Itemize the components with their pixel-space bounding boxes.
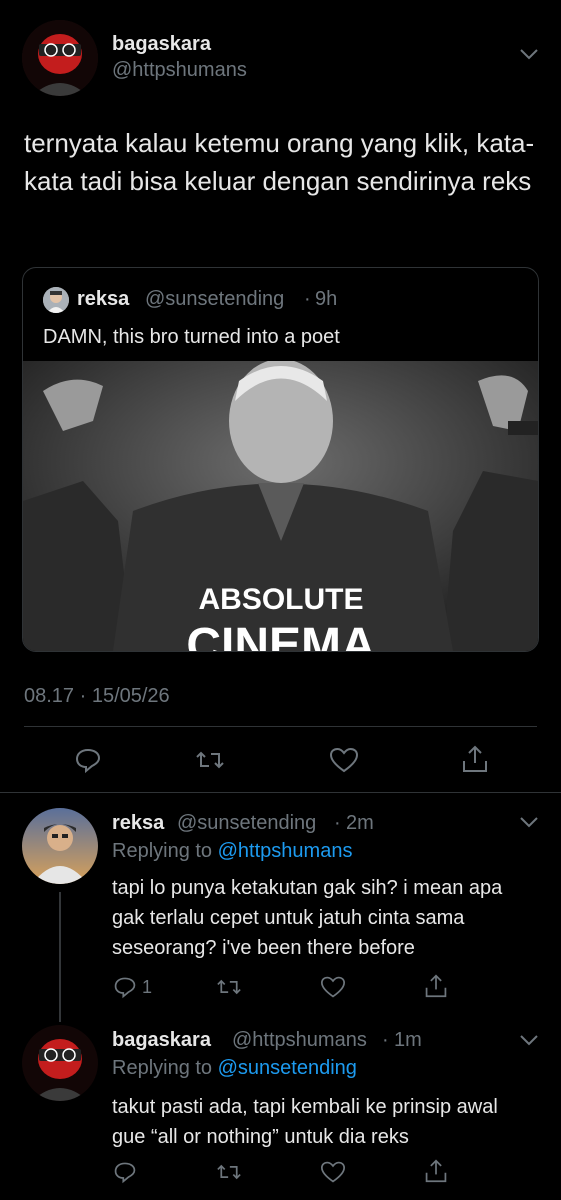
image-caption-line2: CINEMA [186,619,375,651]
share-icon[interactable] [424,973,448,999]
author-name[interactable]: reksa [112,812,164,835]
retweet-icon[interactable] [216,1160,242,1184]
time-separator: · [334,812,341,834]
reply-icon[interactable] [113,975,137,999]
replying-to: Replying to @sunsetending [112,1057,357,1080]
quote-author-name: reksa [77,288,130,310]
share-icon[interactable] [461,744,489,774]
image-caption-line1: ABSOLUTE [199,583,364,616]
author-handle[interactable]: @sunsetending [177,812,316,835]
quote-image[interactable]: ABSOLUTE CINEMA [23,359,538,651]
avatar [43,287,69,313]
reply-count: 1 [142,977,153,997]
chevron-down-icon[interactable] [519,47,539,61]
tweet-text: takut pasti ada, tapi kembali ke prinsip… [112,1096,498,1148]
tweet-time[interactable]: 1m [394,1029,422,1052]
like-icon[interactable] [320,1160,346,1184]
author-name[interactable]: bagaskara [112,1029,211,1052]
author-handle[interactable]: @httpshumans [232,1029,367,1052]
tweet-timestamp[interactable]: 08.17 · 15/05/26 [24,685,170,708]
replying-prefix: Replying to [112,840,213,862]
like-icon[interactable] [329,746,359,774]
share-icon[interactable] [424,1158,448,1184]
quote-time: 9h [315,288,338,310]
replying-to: Replying to @httpshumans [112,840,352,863]
replying-to-link[interactable]: @httpshumans [218,840,353,862]
reply-icon[interactable] [113,1160,137,1184]
chevron-down-icon[interactable] [519,1033,539,1047]
replying-to-link[interactable]: @sunsetending [218,1057,357,1079]
tweet-text: tapi lo punya ketakutan gak sih? i mean … [112,877,503,959]
chevron-down-icon[interactable] [519,815,539,829]
tweet-text: ternyata kalau ketemu orang yang klik, k… [24,128,535,196]
time-separator: · [382,1029,389,1051]
avatar[interactable] [22,1025,98,1101]
retweet-icon[interactable] [216,975,242,999]
quote-tweet-card[interactable]: reksa @sunsetending · 9h DAMN, this bro … [22,267,539,652]
divider [0,792,561,793]
divider [24,726,537,727]
tweet-time[interactable]: 2m [346,812,374,835]
author-name[interactable]: bagaskara [112,33,211,56]
retweet-icon[interactable] [195,746,225,774]
replying-prefix: Replying to [112,1057,213,1079]
avatar[interactable] [22,808,98,884]
thread-line [59,892,61,1022]
quote-separator: · [304,288,311,310]
author-handle[interactable]: @httpshumans [112,59,247,82]
like-icon[interactable] [320,975,346,999]
quote-text: DAMN, this bro turned into a poet [43,326,340,348]
quote-author-handle: @sunsetending [145,288,285,310]
reply-icon[interactable] [74,746,102,774]
avatar[interactable] [22,20,98,96]
